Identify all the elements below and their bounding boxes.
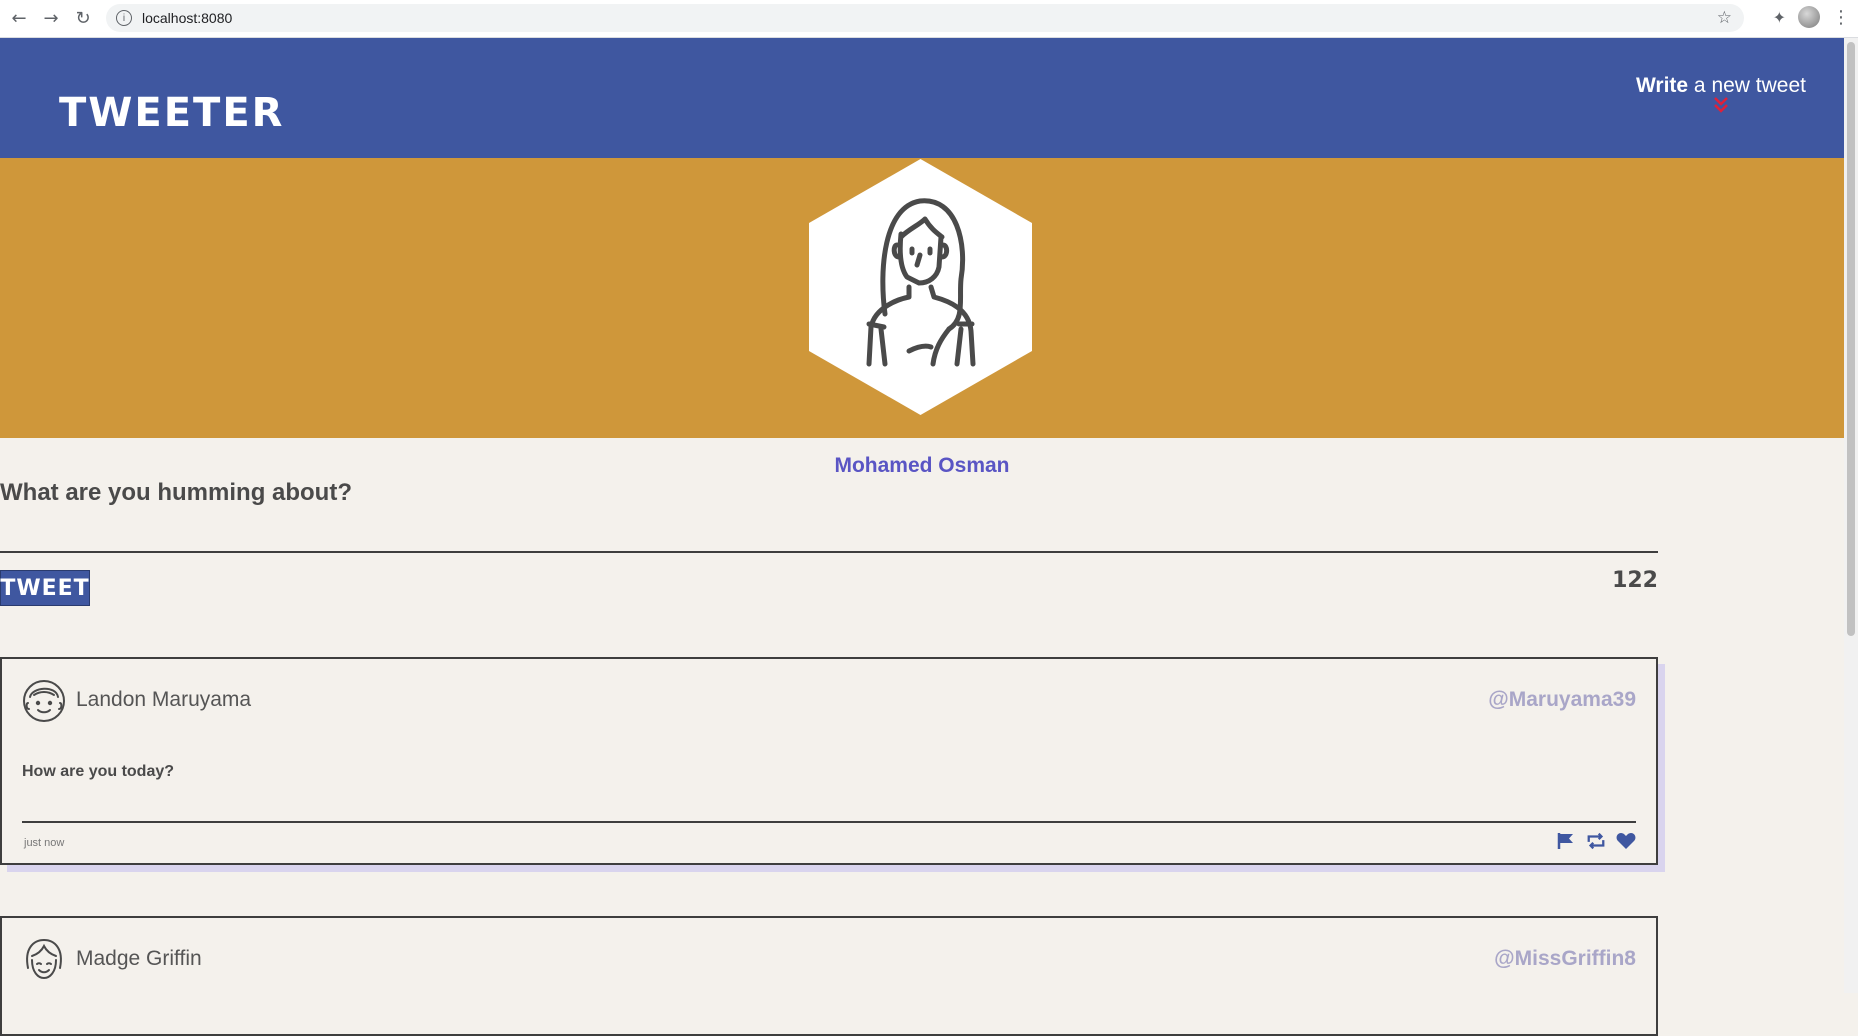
flag-icon[interactable] <box>1556 831 1576 851</box>
compose-link-rest: a new tweet <box>1688 74 1806 97</box>
tweet-author-name: Madge Griffin <box>76 947 202 970</box>
profile-avatar-hexagon <box>809 159 1032 415</box>
profile-avatar[interactable] <box>1798 6 1820 28</box>
tweet-content: How are you today? <box>22 763 175 780</box>
browser-toolbar: ← → ↻ i localhost:8080 ☆ ✦ ⋮ <box>0 0 1858 38</box>
compose-prompt: What are you humming about? <box>0 479 352 506</box>
tweet-author-name: Landon Maruyama <box>76 688 252 711</box>
top-nav: TWEETER Write a new tweet <box>0 38 1844 158</box>
compose-link-bold: Write <box>1635 74 1689 97</box>
page-scrollbar[interactable] <box>1844 38 1858 993</box>
address-bar[interactable]: i localhost:8080 ☆ <box>106 4 1744 32</box>
menu-icon[interactable]: ⋮ <box>1832 7 1850 28</box>
profile-name: Mohamed Osman <box>834 454 1010 477</box>
user-avatar-icon <box>22 938 66 982</box>
info-icon[interactable]: i <box>116 10 132 26</box>
tweet-button[interactable]: TWEET <box>0 570 90 606</box>
tweet-actions <box>1556 831 1636 851</box>
user-avatar-icon <box>22 679 66 723</box>
character-counter: 122 <box>1612 568 1658 593</box>
brand-logo[interactable]: TWEETER <box>59 90 284 136</box>
reload-icon[interactable]: ↻ <box>70 6 96 32</box>
scrollbar-thumb[interactable] <box>1847 42 1855 636</box>
star-icon[interactable]: ☆ <box>1717 8 1732 28</box>
heart-icon[interactable] <box>1616 831 1636 851</box>
back-icon[interactable]: ← <box>6 6 32 32</box>
chevron-down-icon[interactable] <box>1636 96 1806 114</box>
compose-textarea-underline[interactable] <box>0 551 1658 553</box>
tweet-author-handle: @MissGriffin8 <box>1494 947 1636 970</box>
extensions-icon[interactable]: ✦ <box>1773 8 1786 27</box>
tweet-card: Landon Maruyama @Maruyama39 How are you … <box>0 657 1658 865</box>
tweet-author-handle: @Maruyama39 <box>1488 688 1636 711</box>
tweet-timestamp: just now <box>24 837 65 849</box>
tweet-divider <box>22 821 1636 823</box>
forward-icon[interactable]: → <box>38 6 64 32</box>
tweet-card: Madge Griffin @MissGriffin8 <box>0 916 1658 1036</box>
write-new-tweet-link[interactable]: Write a new tweet <box>1636 74 1806 114</box>
retweet-icon[interactable] <box>1586 831 1606 851</box>
url-text: localhost:8080 <box>142 10 233 26</box>
